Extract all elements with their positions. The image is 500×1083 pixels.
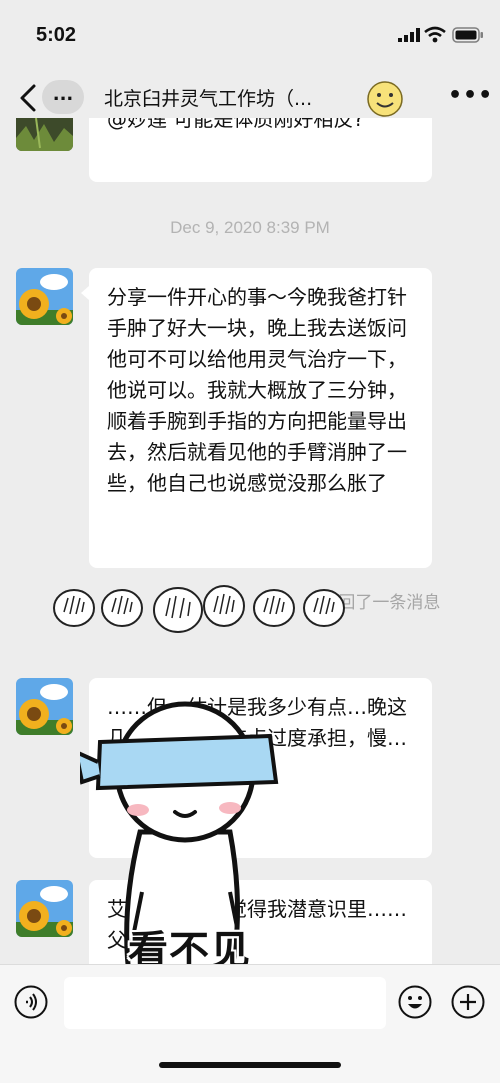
status-time: 5:02 xyxy=(36,24,77,46)
message-input[interactable] xyxy=(64,977,386,1029)
avatar[interactable] xyxy=(16,678,73,735)
more-button[interactable]: ••• xyxy=(448,83,493,108)
avatar[interactable] xyxy=(16,268,73,325)
unread-pill[interactable]: ... xyxy=(42,80,84,114)
message-text: @妙莲 可能是体质刚好相反? xyxy=(107,118,364,131)
message-text: 分享一件开心的事～今晚我爸打针手肿了好大一块，晚上我去送饭问他可不可以给他用灵气… xyxy=(107,285,407,495)
message-bubble[interactable]: @妙莲 可能是体质刚好相反? xyxy=(89,118,432,182)
clapping-hands-icon xyxy=(53,585,345,633)
voice-icon[interactable] xyxy=(14,985,48,1019)
chat-title[interactable]: 北京臼井灵气工作坊（... xyxy=(104,84,312,111)
emoji-icon[interactable] xyxy=(398,985,432,1019)
battery-icon xyxy=(452,27,483,43)
signal-icon xyxy=(398,28,420,42)
plus-icon[interactable] xyxy=(451,985,485,1019)
smiley-icon xyxy=(367,81,403,117)
status-bar: 5:02 xyxy=(0,0,500,70)
avatar[interactable] xyxy=(16,118,73,151)
wifi-icon xyxy=(424,26,446,43)
avatar[interactable] xyxy=(16,880,73,937)
timestamp: Dec 9, 2020 8:39 PM xyxy=(170,218,330,237)
chevron-left-icon[interactable] xyxy=(14,82,42,114)
message-bubble[interactable]: 分享一件开心的事～今晚我爸打针手肿了好大一块，晚上我去送饭问他可不可以给他用灵气… xyxy=(81,268,432,568)
home-indicator xyxy=(159,1062,341,1068)
